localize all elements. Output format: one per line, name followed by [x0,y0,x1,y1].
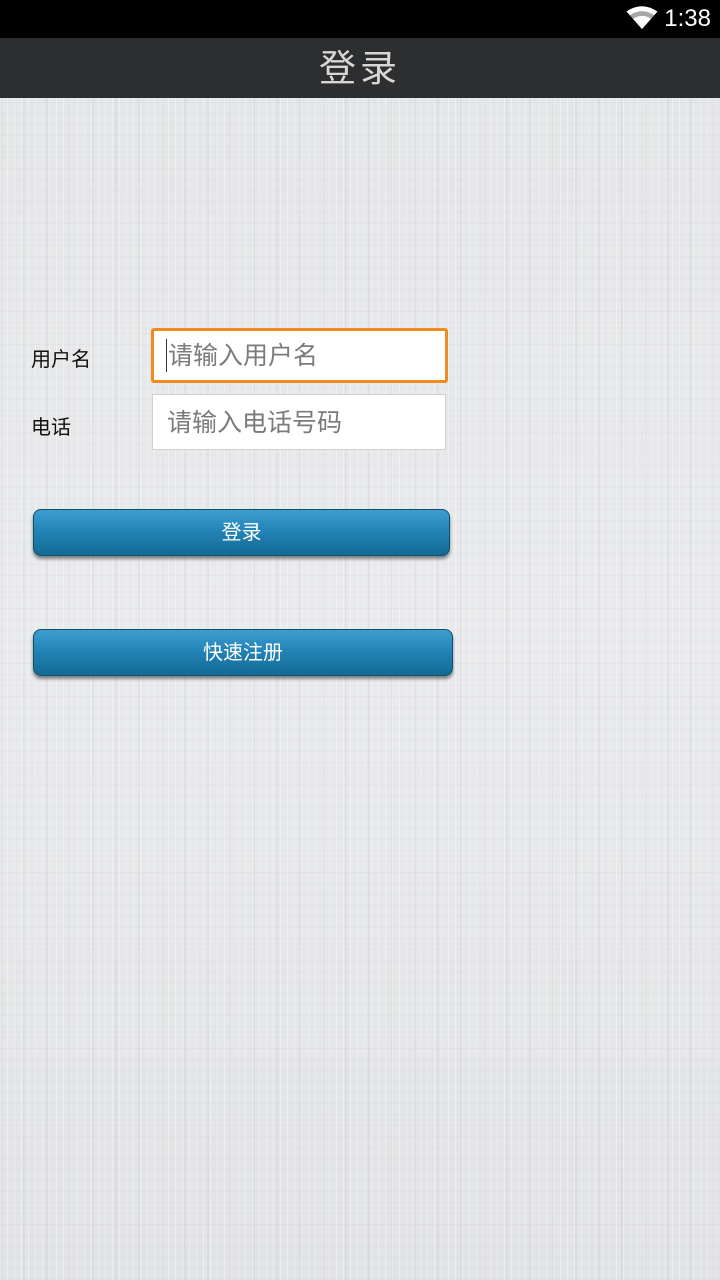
quick-register-button[interactable]: 快速注册 [33,629,453,676]
title-bar: 登录 [0,38,720,98]
page-title: 登录 [319,47,401,90]
status-time: 1:38 [664,5,711,32]
status-bar: 1:38 [0,0,720,38]
login-button[interactable]: 登录 [33,509,450,556]
username-label: 用户名 [31,347,91,371]
phone-label: 电话 [31,415,71,439]
phone-input[interactable] [152,394,446,450]
username-input[interactable] [151,328,448,383]
wifi-icon [626,6,658,29]
text-cursor [166,339,167,372]
